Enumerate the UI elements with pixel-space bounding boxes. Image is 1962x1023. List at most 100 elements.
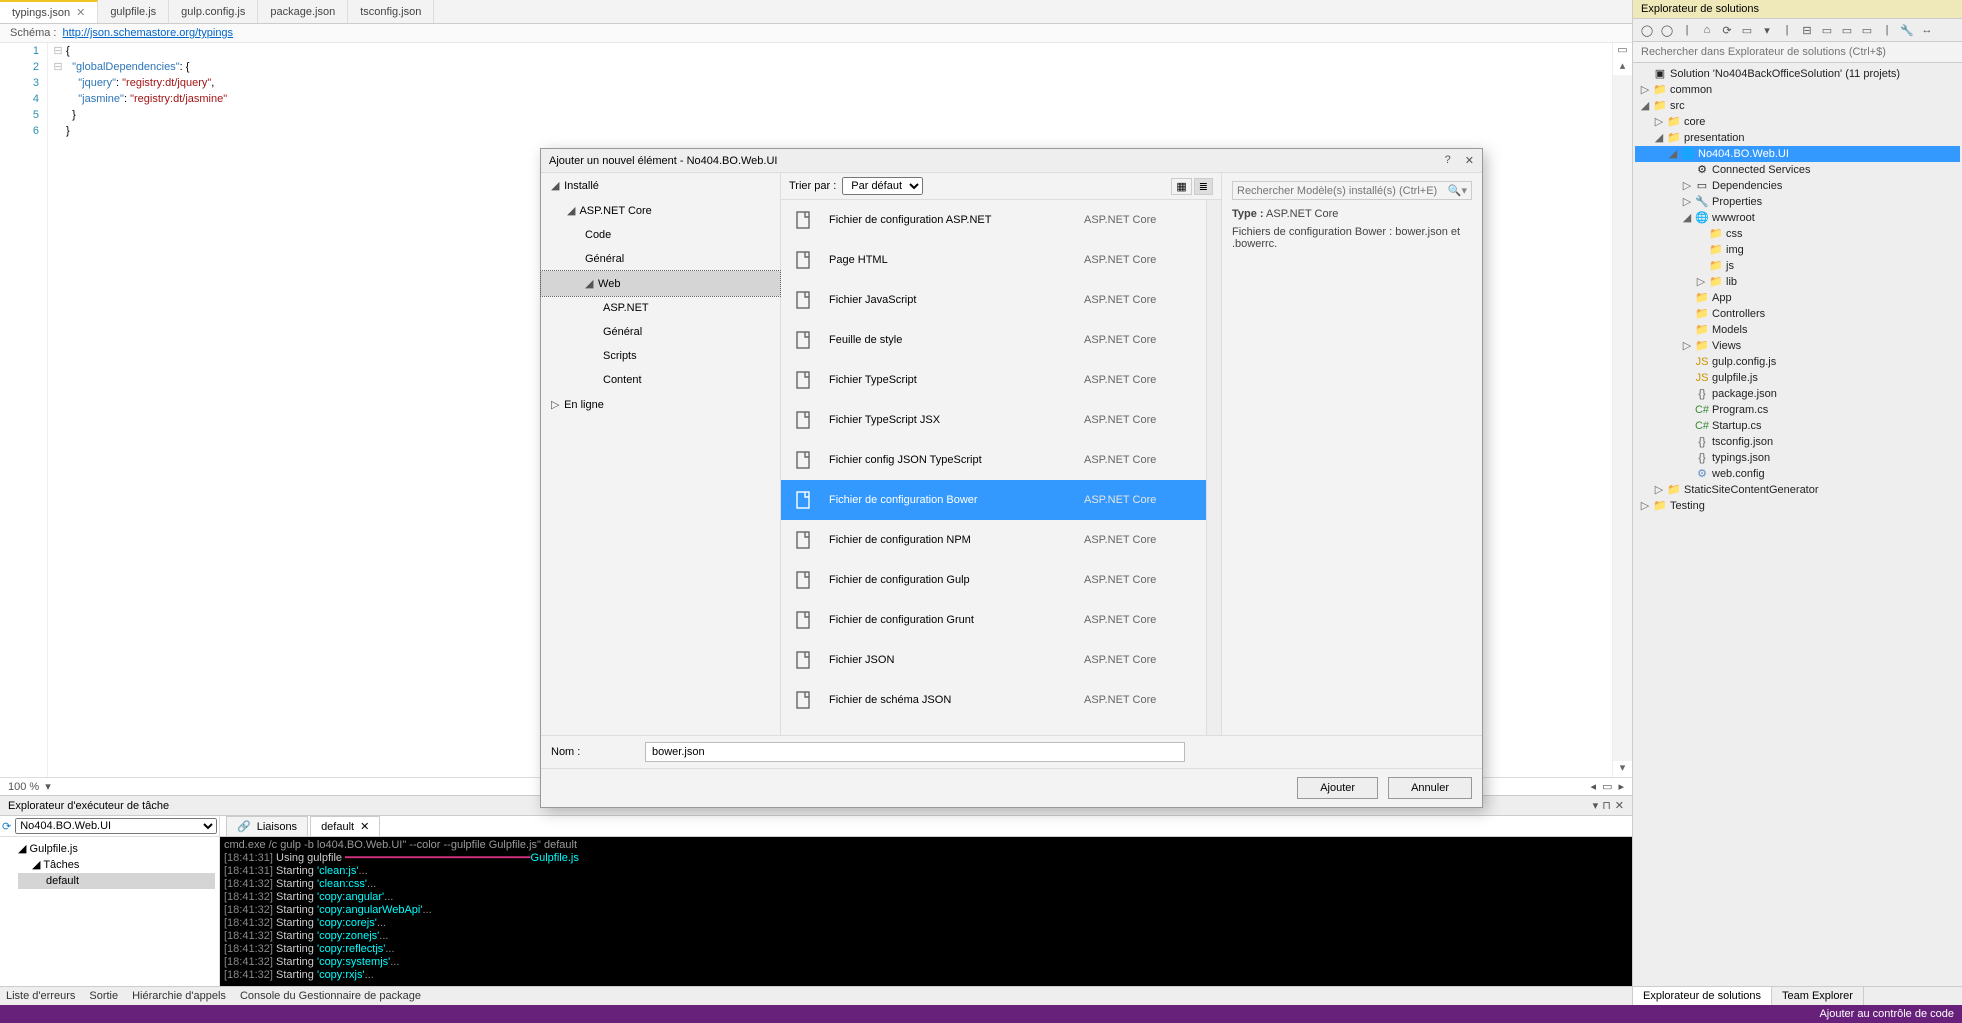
solution-tree-node[interactable]: 📁js xyxy=(1635,258,1960,274)
solution-tree-node[interactable]: {}package.json xyxy=(1635,386,1960,402)
editor-tab[interactable]: gulp.config.js xyxy=(169,0,258,23)
solution-tree-node[interactable]: JSgulpfile.js xyxy=(1635,370,1960,386)
solution-tree-node[interactable]: 📁App xyxy=(1635,290,1960,306)
tab-close-icon[interactable]: ✕ xyxy=(76,6,85,19)
dialog-category[interactable]: Général xyxy=(541,320,780,344)
solution-tree-node[interactable]: ▷📁common xyxy=(1635,82,1960,98)
editor-tab[interactable]: package.json xyxy=(258,0,348,23)
solution-tree-node[interactable]: C#Program.cs xyxy=(1635,402,1960,418)
tab-close-icon[interactable]: ✕ xyxy=(360,820,369,833)
zoom-nav-icon[interactable]: ▭ xyxy=(1602,780,1612,793)
dialog-category[interactable]: Général xyxy=(541,247,780,271)
dialog-category[interactable]: ◢ ASP.NET Core xyxy=(541,198,780,223)
sx-showall-icon[interactable]: ▭ xyxy=(1739,22,1755,38)
solution-tree-node[interactable]: ▷📁Views xyxy=(1635,338,1960,354)
template-item[interactable]: Fichier de schéma JSONASP.NET Core xyxy=(781,680,1206,720)
solution-tree-node[interactable]: 📁Controllers xyxy=(1635,306,1960,322)
solution-tree-node[interactable]: ◢🌐No404.BO.Web.UI xyxy=(1635,146,1960,162)
zoom-dropdown-icon[interactable]: ▾ xyxy=(45,780,51,793)
task-project-select[interactable]: No404.BO.Web.UI xyxy=(15,818,217,834)
sx-props-icon[interactable]: ▭ xyxy=(1819,22,1835,38)
search-dropdown-icon[interactable]: ▾ xyxy=(1461,184,1467,197)
template-item[interactable]: Fichier TypeScript JSXASP.NET Core xyxy=(781,400,1206,440)
sort-select[interactable]: Par défaut xyxy=(842,177,923,195)
dialog-category[interactable]: Content xyxy=(541,368,780,392)
solution-tree-node[interactable]: ▷📁StaticSiteContentGenerator xyxy=(1635,482,1960,498)
sx-fwd-icon[interactable]: ◯ xyxy=(1659,22,1675,38)
solution-tree-node[interactable]: 📁img xyxy=(1635,242,1960,258)
sx-collapse-icon[interactable]: ⊟ xyxy=(1799,22,1815,38)
schema-url[interactable]: http://json.schemastore.org/typings xyxy=(62,27,233,39)
window-pin-icon[interactable]: ⊓ xyxy=(1602,799,1611,812)
scroll-split-icon[interactable]: ▭ xyxy=(1613,43,1632,59)
bottom-tab[interactable]: Liste d'erreurs xyxy=(6,990,75,1002)
solution-tree-node[interactable]: ▷▭Dependencies xyxy=(1635,178,1960,194)
template-item[interactable]: Fichier JavaScriptASP.NET Core xyxy=(781,280,1206,320)
solution-tree-node[interactable]: C#Startup.cs xyxy=(1635,418,1960,434)
scroll-down-icon[interactable]: ▾ xyxy=(1613,761,1632,777)
task-tree-node[interactable]: ◢ Gulpfile.js xyxy=(18,841,215,857)
dialog-installed-header[interactable]: ◢ Installé xyxy=(541,173,780,198)
template-item[interactable]: Fichier de configuration BowerASP.NET Co… xyxy=(781,480,1206,520)
search-icon[interactable]: 🔍 xyxy=(1448,184,1462,197)
dialog-help-icon[interactable]: ? xyxy=(1445,154,1451,167)
editor-scrollbar[interactable]: ▭ ▴ ▾ xyxy=(1612,43,1632,777)
sx-diff-icon[interactable]: ↔ xyxy=(1919,22,1935,38)
dialog-category[interactable]: Code xyxy=(541,223,780,247)
sx-view-icon[interactable]: ▭ xyxy=(1859,22,1875,38)
sx-back-icon[interactable]: ◯ xyxy=(1639,22,1655,38)
bottom-tab[interactable]: Hiérarchie d'appels xyxy=(132,990,226,1002)
task-tab[interactable]: 🔗Liaisons xyxy=(226,816,308,836)
window-close-icon[interactable]: ✕ xyxy=(1615,799,1624,812)
sx-refresh-icon[interactable]: ▭ xyxy=(1839,22,1855,38)
solution-tree-node[interactable]: ▷📁lib xyxy=(1635,274,1960,290)
solution-tree-node[interactable]: ⚙Connected Services xyxy=(1635,162,1960,178)
zoom-nav-right-icon[interactable]: ▸ xyxy=(1618,780,1624,793)
template-search-input[interactable] xyxy=(1237,185,1448,197)
template-item[interactable]: Page HTMLASP.NET Core xyxy=(781,240,1206,280)
dialog-category[interactable]: ◢ Web xyxy=(541,271,780,296)
dialog-category[interactable]: Scripts xyxy=(541,344,780,368)
solution-tree-node[interactable]: ▷📁core xyxy=(1635,114,1960,130)
cancel-button[interactable]: Annuler xyxy=(1388,777,1472,799)
template-item[interactable]: Fichier de configuration GruntASP.NET Co… xyxy=(781,600,1206,640)
solution-tree-node[interactable]: JSgulp.config.js xyxy=(1635,354,1960,370)
solution-tree-node[interactable]: {}typings.json xyxy=(1635,450,1960,466)
template-item[interactable]: Fichier TypeScriptASP.NET Core xyxy=(781,360,1206,400)
solution-tree-node[interactable]: ◢🌐wwwroot xyxy=(1635,210,1960,226)
bottom-tab[interactable]: Sortie xyxy=(89,990,118,1002)
dialog-online-header[interactable]: ▷ En ligne xyxy=(541,392,780,417)
sx-home-icon[interactable]: ⌂ xyxy=(1699,22,1715,38)
editor-tab[interactable]: typings.json✕ xyxy=(0,0,98,23)
solution-tree-node[interactable]: ▷🔧Properties xyxy=(1635,194,1960,210)
solution-tree-node[interactable]: ⚙web.config xyxy=(1635,466,1960,482)
solution-search[interactable] xyxy=(1633,42,1962,63)
solution-tree-node[interactable]: {}tsconfig.json xyxy=(1635,434,1960,450)
template-item[interactable]: Fichier de configuration GulpASP.NET Cor… xyxy=(781,560,1206,600)
scroll-up-icon[interactable]: ▴ xyxy=(1613,59,1632,75)
solution-tree-node[interactable]: 📁css xyxy=(1635,226,1960,242)
dialog-close-icon[interactable]: ✕ xyxy=(1465,154,1474,167)
solution-tree-node[interactable]: ◢📁src xyxy=(1635,98,1960,114)
solution-tree-node[interactable]: ▷📁Testing xyxy=(1635,498,1960,514)
template-item[interactable]: Feuille de styleASP.NET Core xyxy=(781,320,1206,360)
solution-tree-node[interactable]: ▣Solution 'No404BackOfficeSolution' (11 … xyxy=(1635,66,1960,82)
view-medium-icon[interactable]: ▦ xyxy=(1171,178,1191,195)
solution-tree-node[interactable]: 📁Models xyxy=(1635,322,1960,338)
view-list-icon[interactable]: ≣ xyxy=(1194,178,1213,195)
solution-bottom-tab[interactable]: Team Explorer xyxy=(1772,987,1864,1005)
dialog-list-scrollbar[interactable] xyxy=(1206,200,1221,735)
editor-tab[interactable]: gulpfile.js xyxy=(98,0,169,23)
template-item[interactable]: Fichier de configuration ASP.NETASP.NET … xyxy=(781,200,1206,240)
solution-bottom-tab[interactable]: Explorateur de solutions xyxy=(1633,987,1772,1005)
name-input[interactable] xyxy=(645,742,1185,762)
dialog-category[interactable]: ASP.NET xyxy=(541,296,780,320)
template-item[interactable]: Fichier config JSON TypeScriptASP.NET Co… xyxy=(781,440,1206,480)
window-dropdown-icon[interactable]: ▾ xyxy=(1593,799,1599,812)
editor-tab[interactable]: tsconfig.json xyxy=(348,0,434,23)
add-button[interactable]: Ajouter xyxy=(1297,777,1378,799)
sx-wrench-icon[interactable]: 🔧 xyxy=(1899,22,1915,38)
refresh-icon[interactable]: ⟳ xyxy=(2,820,11,833)
sx-sync-icon[interactable]: ⟳ xyxy=(1719,22,1735,38)
task-tree-node[interactable]: ◢ Tâches xyxy=(18,857,215,873)
